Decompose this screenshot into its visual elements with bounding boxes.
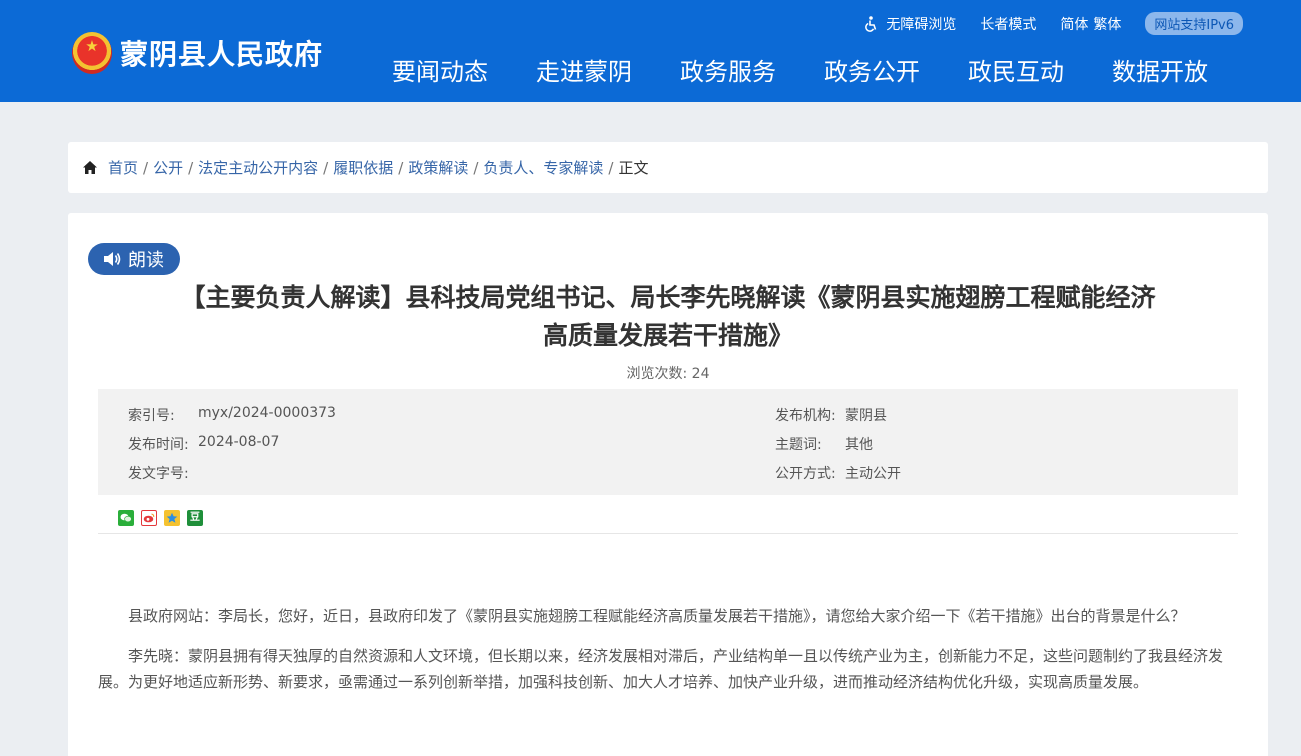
elder-mode-label: 长者模式 xyxy=(980,16,1037,33)
douban-share-icon[interactable]: 豆 xyxy=(187,510,203,526)
breadcrumb-home[interactable]: 首页 xyxy=(108,157,138,178)
read-aloud-button[interactable]: 朗读 xyxy=(88,243,180,275)
qzone-share-icon[interactable] xyxy=(164,510,180,526)
article-meta-table: 索引号: myx/2024-0000373 发布时间: 2024-08-07 发… xyxy=(98,389,1238,495)
ipv6-badge: 网站支持IPv6 xyxy=(1145,12,1243,35)
meta-date-value: 2024-08-07 xyxy=(198,434,280,450)
traditional-link[interactable]: 繁体 xyxy=(1093,14,1121,34)
main-nav: 要闻动态 走进蒙阴 政务服务 政务公开 政民互动 数据开放 xyxy=(392,52,1256,87)
share-bar: 豆 xyxy=(118,510,210,526)
meta-docno-label: 发文字号: xyxy=(128,466,189,482)
meta-org-value: 蒙阴县 xyxy=(845,408,887,424)
breadcrumb-expert-interpretation[interactable]: 负责人、专家解读 xyxy=(483,157,603,178)
article-panel: 朗读 【主要负责人解读】县科技局党组书记、局长李先晓解读《蒙阴县实施翅膀工程赋能… xyxy=(68,213,1268,756)
read-aloud-label: 朗读 xyxy=(128,250,164,271)
wheelchair-icon xyxy=(865,15,877,32)
view-count-label: 浏览次数: xyxy=(626,366,688,382)
article-title-line-1: 【主要负责人解读】县科技局党组书记、局长李先晓解读《蒙阴县实施翅膀工程赋能经济 xyxy=(180,283,1156,312)
article-paragraph: 县政府网站：李局长，您好，近日，县政府印发了《蒙阴县实施翅膀工程赋能经济高质量发… xyxy=(128,607,1186,625)
weibo-share-icon[interactable] xyxy=(141,510,157,526)
language-switch: 简体 繁体 xyxy=(1060,14,1121,34)
nav-item-services[interactable]: 政务服务 xyxy=(680,52,776,87)
view-count-value: 24 xyxy=(691,366,710,382)
breadcrumb: 首页 / 公开 / 法定主动公开内容 / 履职依据 / 政策解读 / 负责人、专… xyxy=(68,142,1268,193)
meta-mode-value: 主动公开 xyxy=(845,466,901,482)
meta-mode-label: 公开方式: xyxy=(775,466,836,482)
article-paragraph: 李先晓：蒙阴县拥有得天独厚的自然资源和人文环境，但长期以来，经济发展相对滞后，产… xyxy=(98,647,1224,691)
site-logo[interactable]: 蒙阴县人民政府 xyxy=(72,32,323,74)
meta-topic-label: 主题词: xyxy=(775,437,822,453)
accessible-label: 无障碍浏览 xyxy=(886,16,957,33)
nav-item-about[interactable]: 走进蒙阴 xyxy=(536,52,632,87)
meta-org-label: 发布机构: xyxy=(775,408,836,424)
article-body: 县政府网站：李局长，您好，近日，县政府印发了《蒙阴县实施翅膀工程赋能经济高质量发… xyxy=(98,603,1238,709)
nav-item-open-data[interactable]: 数据开放 xyxy=(1112,52,1208,87)
national-emblem-icon xyxy=(72,32,112,74)
breadcrumb-duty-basis[interactable]: 履职依据 xyxy=(333,157,393,178)
site-name: 蒙阴县人民政府 xyxy=(120,38,324,71)
view-count: 浏览次数: 24 xyxy=(68,363,1268,383)
elder-mode-link[interactable]: 长者模式 xyxy=(980,14,1036,34)
nav-item-interaction[interactable]: 政民互动 xyxy=(968,52,1064,87)
top-toolbar: 无障碍浏览 长者模式 简体 繁体 网站支持IPv6 xyxy=(864,12,1243,35)
article-title-line-2: 高质量发展若干措施》 xyxy=(542,321,793,350)
meta-index-label: 索引号: xyxy=(128,408,175,424)
breadcrumb-policy-interpretation[interactable]: 政策解读 xyxy=(408,157,468,178)
home-icon xyxy=(83,161,97,174)
content-divider xyxy=(98,533,1238,534)
meta-topic-value: 其他 xyxy=(845,437,873,453)
accessible-browse-link[interactable]: 无障碍浏览 xyxy=(864,14,956,34)
breadcrumb-current: 正文 xyxy=(618,159,649,177)
nav-item-news[interactable]: 要闻动态 xyxy=(392,52,488,87)
meta-index-value: myx/2024-0000373 xyxy=(198,405,336,421)
nav-item-open-government[interactable]: 政务公开 xyxy=(824,52,920,87)
speaker-icon xyxy=(104,252,121,266)
simplified-link[interactable]: 简体 xyxy=(1060,14,1088,34)
meta-date-label: 发布时间: xyxy=(128,437,189,453)
wechat-share-icon[interactable] xyxy=(118,510,134,526)
breadcrumb-statutory[interactable]: 法定主动公开内容 xyxy=(198,157,318,178)
breadcrumb-open[interactable]: 公开 xyxy=(153,157,183,178)
article-title: 【主要负责人解读】县科技局党组书记、局长李先晓解读《蒙阴县实施翅膀工程赋能经济 … xyxy=(128,279,1208,355)
site-header: 蒙阴县人民政府 无障碍浏览 长者模式 简体 繁体 网站支持IPv6 要闻动态 走… xyxy=(0,0,1301,102)
